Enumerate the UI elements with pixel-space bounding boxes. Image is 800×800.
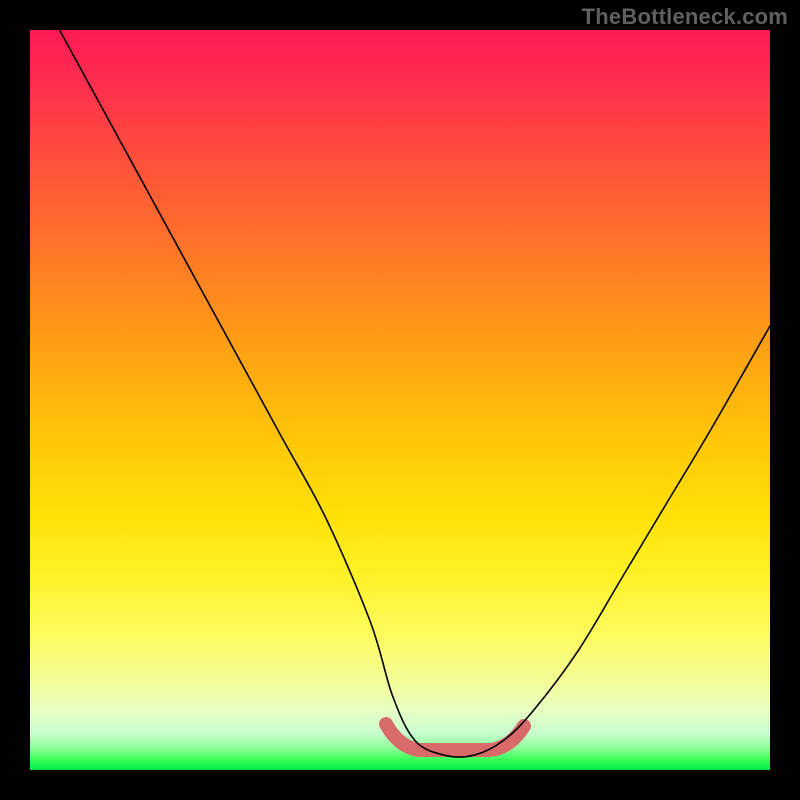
watermark-text: TheBottleneck.com (582, 4, 788, 30)
bottleneck-curve (60, 30, 770, 757)
plot-area (30, 30, 770, 770)
chart-overlay (30, 30, 770, 770)
chart-frame: TheBottleneck.com (0, 0, 800, 800)
